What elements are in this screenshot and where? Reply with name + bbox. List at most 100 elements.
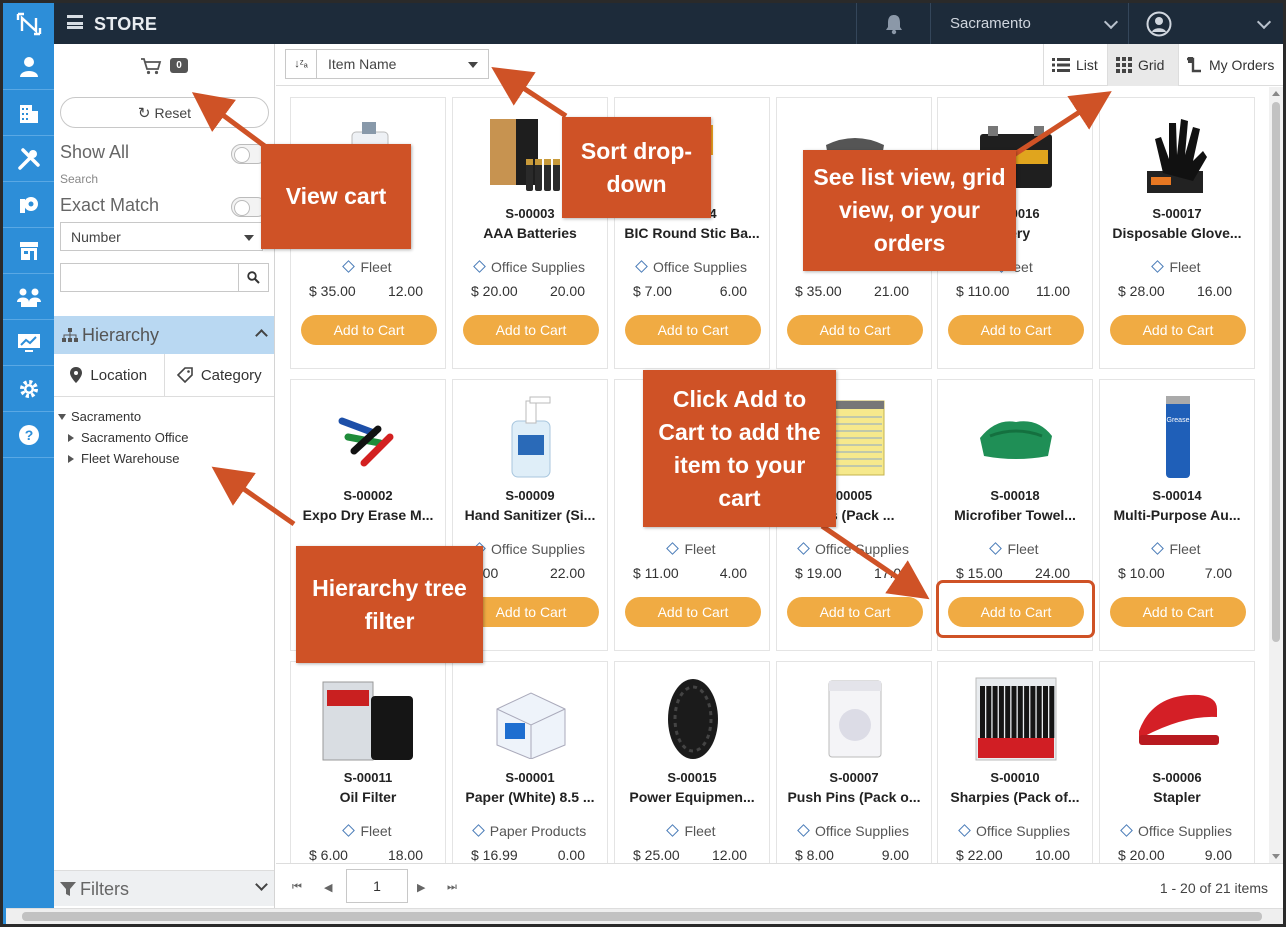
product-name[interactable]: Oil Filter [295,789,441,805]
grid-view-button[interactable]: Grid [1107,44,1178,86]
add-to-cart-button[interactable]: Add to Cart [463,597,599,627]
tab-location-label: Location [90,366,148,384]
product-name[interactable]: Power Equipmen... [619,789,765,805]
callout-view-cart: View cart [261,144,411,249]
notifications-button[interactable] [856,3,930,44]
nav-buildings[interactable] [3,90,54,136]
search-button[interactable] [238,264,268,291]
grid-scrollbar[interactable] [1269,87,1283,863]
tag-icon [1151,542,1165,555]
product-price: $ 11.00 [633,565,679,581]
scroll-up-arrow-icon[interactable] [1272,91,1280,96]
tab-location[interactable]: Location [54,354,164,396]
product-quantity: 22.00 [549,565,585,581]
nav-reports[interactable] [3,320,54,366]
add-to-cart-button[interactable]: Add to Cart [948,315,1084,345]
product-image[interactable] [481,672,581,766]
add-to-cart-button[interactable]: Add to Cart [463,315,599,345]
product-image[interactable] [643,672,743,766]
product-name[interactable]: Multi-Purpose Au... [1104,507,1250,523]
add-to-cart-button[interactable]: Add to Cart [787,597,923,627]
product-name[interactable]: AAA Batteries [457,225,603,241]
current-page[interactable]: 1 [346,869,408,903]
add-to-cart-button[interactable]: Add to Cart [625,597,761,627]
product-quantity: 24.00 [1034,565,1070,581]
product-name[interactable]: BIC Round Stic Ba... [619,225,765,241]
product-name[interactable]: Stapler [1104,789,1250,805]
reset-button[interactable]: ↻ Reset [60,97,269,128]
filters-header[interactable]: Filters [54,870,274,906]
add-to-cart-button[interactable]: Add to Cart [787,315,923,345]
product-image[interactable] [966,390,1066,484]
product-name[interactable]: Microfiber Towel... [942,507,1088,523]
product-name[interactable]: Paper (White) 8.5 ... [457,789,603,805]
add-to-cart-button[interactable]: Add to Cart [625,315,761,345]
product-image[interactable] [319,390,419,484]
product-category-label: Fleet [360,259,392,275]
nav-users[interactable] [3,44,54,90]
list-label: List [1076,57,1098,73]
nav-maintenance[interactable] [3,136,54,182]
add-to-cart-button[interactable]: Add to Cart [301,315,437,345]
product-quantity: 20.00 [549,283,585,299]
sort-dropdown[interactable]: ↓ᶻₐ Item Name [285,49,489,79]
horizontal-scrollbar[interactable] [6,908,1283,924]
product-category: Office Supplies [615,259,769,275]
app-logo[interactable] [3,3,54,44]
hamburger-menu-icon[interactable] [67,15,83,29]
tree-node-fleet-warehouse[interactable]: Fleet Warehouse [58,448,188,469]
product-card[interactable]: S-00017 Disposable Glove... Fleet $ 28.00 16… [1099,97,1255,369]
list-view-button[interactable]: List [1043,44,1107,86]
view-cart-button[interactable]: 0 [54,44,274,87]
product-card[interactable]: Grease S-00014 Multi-Purpose Au... Fleet $ 1… [1099,379,1255,651]
my-orders-button[interactable]: My Orders [1178,44,1283,86]
next-page-icon[interactable]: ▶ [417,881,425,894]
product-image[interactable] [1128,672,1228,766]
add-to-cart-button[interactable]: Add to Cart [1110,315,1246,345]
user-menu[interactable] [1128,3,1283,44]
product-price: $ 22.00 [956,847,1003,863]
product-name[interactable]: Push Pins (Pack o... [781,789,927,805]
add-to-cart-button[interactable]: Add to Cart [1110,597,1246,627]
tab-category[interactable]: Category [163,354,275,396]
product-card[interactable]: S-00010 Sharpies (Pack of... Office Suppli… [937,661,1093,863]
product-image[interactable] [319,672,419,766]
tree-node-sacramento-office[interactable]: Sacramento Office [58,427,188,448]
tag-icon [958,824,971,837]
sort-az-icon: ↓ᶻₐ [286,50,317,78]
prev-page-icon[interactable]: ◀ [324,881,332,894]
first-page-icon[interactable]: ⏮ [292,881,302,894]
location-selector[interactable]: Sacramento [930,3,1128,44]
product-name[interactable]: Disposable Glove... [1104,225,1250,241]
product-image[interactable] [966,672,1066,766]
product-image[interactable]: Grease [1128,390,1228,484]
product-name[interactable]: Expo Dry Erase M... [295,507,441,523]
nav-settings[interactable] [3,366,54,412]
nav-meetings[interactable] [3,274,54,320]
tree-node-root[interactable]: Sacramento [58,406,188,427]
product-card[interactable]: S-00001 Paper (White) 8.5 ... Paper Produc… [452,661,608,863]
product-category-label: Office Supplies [815,823,909,839]
product-card[interactable]: S-00006 Stapler Office Supplies $ 20.00 9.00… [1099,661,1255,863]
hierarchy-header[interactable]: Hierarchy [54,316,274,354]
product-card[interactable]: S-00007 Push Pins (Pack o... Office Suppli… [776,661,932,863]
product-image[interactable] [1128,108,1228,202]
sidebar-search-input[interactable] [60,263,269,292]
product-image[interactable] [805,672,905,766]
product-sku: S-00009 [505,488,555,503]
product-card[interactable]: S-00011Oil FilterFleet$ 6.0018.00Add to … [290,661,446,863]
nav-store[interactable] [3,228,54,274]
search-field-select[interactable]: Number [60,222,263,251]
nav-assets[interactable] [3,182,54,228]
product-name[interactable]: Sharpies (Pack of... [942,789,1088,805]
scroll-thumb[interactable] [1272,102,1280,642]
product-name[interactable]: Hand Sanitizer (Si... [457,507,603,523]
product-image[interactable] [481,390,581,484]
last-page-icon[interactable]: ⏭ [447,881,457,894]
scroll-down-arrow-icon[interactable] [1272,854,1280,859]
scroll-thumb[interactable] [22,912,1262,921]
nav-help[interactable]: ? [3,412,54,458]
product-card[interactable]: S-00015 Power Equipmen... Fleet $ 25.00 12.0… [614,661,770,863]
product-category-label: Fleet [684,541,716,557]
tag-icon [797,824,810,837]
